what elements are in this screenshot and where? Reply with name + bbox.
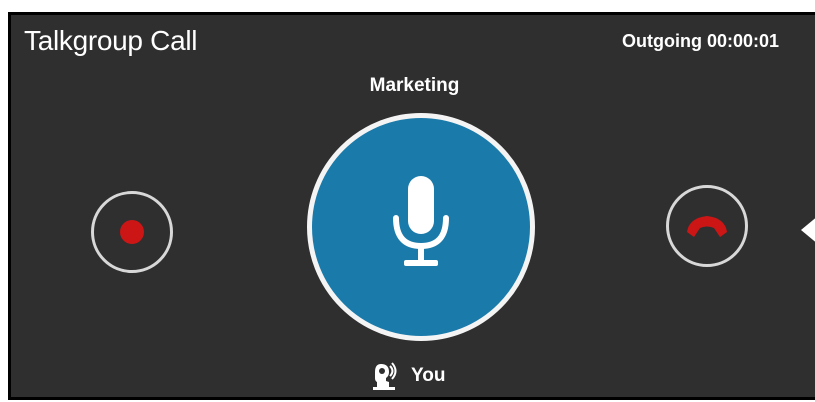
speaking-person-icon [373, 362, 397, 390]
record-icon [120, 220, 144, 244]
push-to-talk-button[interactable] [307, 113, 535, 341]
microphone-icon [393, 176, 449, 266]
window-title: Talkgroup Call [24, 25, 198, 56]
talkgroup-name: Marketing [369, 75, 460, 96]
hang-up-button[interactable] [666, 185, 748, 267]
talkgroup-call-window: Talkgroup Call Outgoing 00:00:01 Marketi… [8, 12, 815, 400]
speaker-label: You [411, 365, 446, 386]
call-status-timer: Outgoing 00:00:01 [622, 31, 780, 51]
phone-hangup-icon [687, 216, 727, 237]
current-speaker: You [371, 361, 445, 391]
caret-left-icon[interactable] [801, 215, 815, 245]
record-button[interactable] [91, 191, 173, 273]
